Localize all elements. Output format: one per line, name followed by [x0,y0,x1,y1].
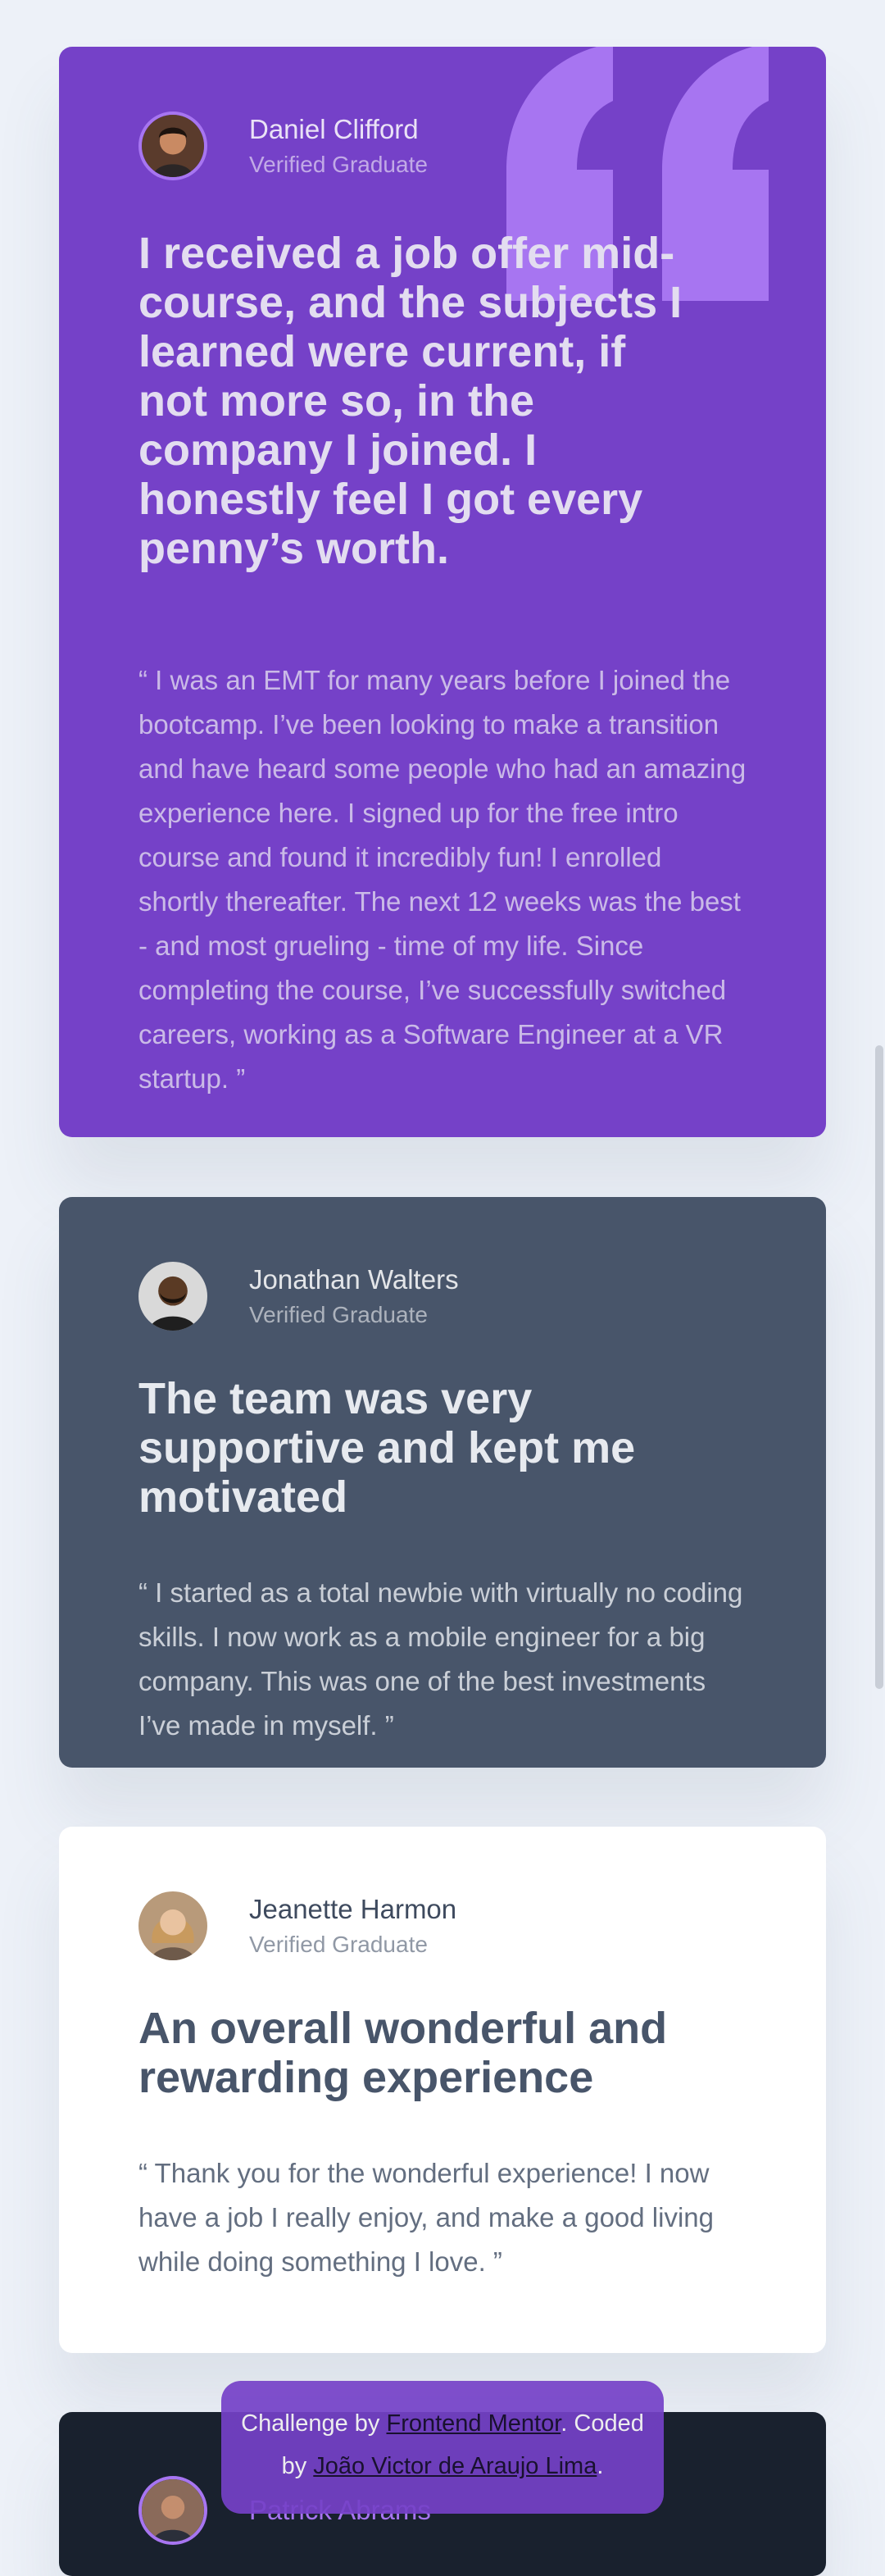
testimonial-card-jonathan: Jonathan Walters Verified Graduate The t… [59,1197,826,1768]
author-meta: Jeanette Harmon Verified Graduate [249,1891,456,1961]
author-role: Verified Graduate [249,152,428,177]
testimonial-body: “ Thank you for the wonderful experience… [138,2158,714,2277]
author-name: Jeanette Harmon [249,1894,457,1924]
author-info: Jeanette Harmon Verified Graduate [138,1891,747,1961]
testimonial-headline: I received a job offer mid-course, and t… [138,229,683,573]
avatar [138,1262,207,1331]
author-meta: Jonathan Walters Verified Graduate [249,1261,459,1331]
attribution-suffix: . [597,2453,604,2479]
avatar [138,2476,207,2545]
author-info: Daniel Clifford Verified Graduate [138,111,747,181]
avatar [138,112,207,180]
attribution-prefix: Challenge by [241,2410,387,2437]
testimonial-body: “ I started as a total newbie with virtu… [138,1577,743,1741]
author-meta: Daniel Clifford Verified Graduate [249,111,428,181]
attribution: Challenge by Frontend Mentor. Coded by J… [221,2381,664,2514]
scrollbar-thumb[interactable] [875,1045,883,1689]
author-role: Verified Graduate [249,1932,428,1957]
avatar [138,1891,207,1960]
author-name: Daniel Clifford [249,114,419,144]
author-info: Jonathan Walters Verified Graduate [138,1261,747,1331]
scrollbar[interactable] [874,0,885,2510]
author-name: Jonathan Walters [249,1264,459,1295]
testimonial-headline: An overall wonderful and rewarding exper… [138,2004,668,2102]
author-link[interactable]: João Victor de Araujo Lima [313,2453,597,2479]
frontend-mentor-link[interactable]: Frontend Mentor [386,2410,560,2437]
testimonial-body: “ I was an EMT for many years before I j… [138,665,747,1094]
testimonial-card-jeanette: Jeanette Harmon Verified Graduate An ove… [59,1827,826,2353]
testimonial-headline: The team was very supportive and kept me… [138,1374,636,1522]
author-role: Verified Graduate [249,1302,428,1327]
testimonial-card-daniel: Daniel Clifford Verified Graduate I rece… [59,47,826,1137]
